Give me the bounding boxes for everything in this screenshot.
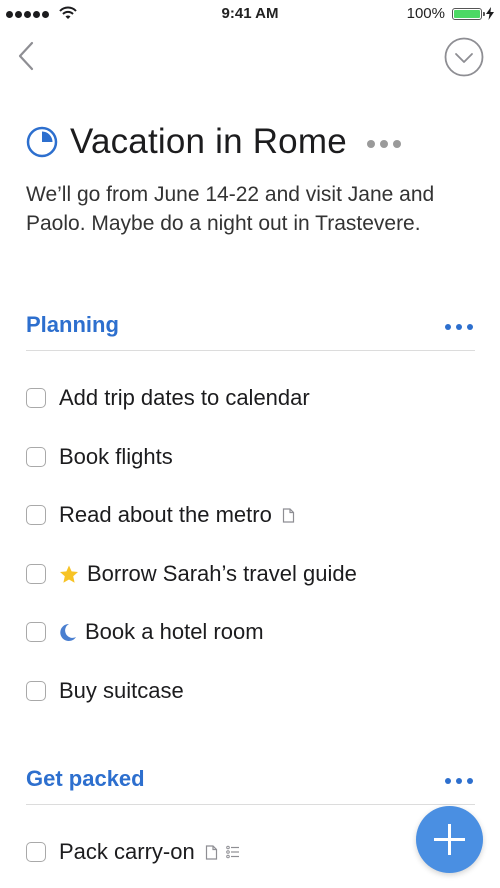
task-checkbox[interactable] — [26, 842, 46, 862]
add-task-button[interactable] — [416, 806, 483, 873]
section-more-button[interactable] — [445, 324, 473, 330]
section-title[interactable]: Planning — [26, 312, 119, 338]
task-row[interactable]: Read about the metro — [26, 499, 295, 531]
section-header-planning: Planning — [26, 310, 475, 351]
task-checkbox[interactable] — [26, 681, 46, 701]
project-notes[interactable]: We’ll go from June 14-22 and visit Jane … — [26, 180, 476, 238]
task-row[interactable]: Pack carry-on — [26, 836, 240, 868]
task-row[interactable]: Borrow Sarah’s travel guide — [26, 558, 357, 590]
task-label[interactable]: Read about the metro — [59, 502, 272, 528]
task-checkbox[interactable] — [26, 564, 46, 584]
pie-progress-icon — [26, 126, 58, 158]
moon-icon — [59, 623, 77, 642]
project-more-button[interactable] — [366, 136, 401, 148]
task-checkbox[interactable] — [26, 388, 46, 408]
battery-percent: 100% — [406, 5, 445, 22]
complete-project-button[interactable] — [444, 37, 484, 77]
task-row[interactable]: Add trip dates to calendar — [26, 382, 310, 414]
task-label[interactable]: Book flights — [59, 444, 173, 470]
task-label[interactable]: Borrow Sarah’s travel guide — [87, 561, 357, 587]
status-bar: 9:41 AM 100% — [0, 0, 500, 28]
section-header-get-packed: Get packed — [26, 764, 475, 805]
section-title[interactable]: Get packed — [26, 766, 145, 792]
task-label[interactable]: Add trip dates to calendar — [59, 385, 310, 411]
checklist-icon — [225, 845, 240, 859]
task-checkbox[interactable] — [26, 447, 46, 467]
task-label[interactable]: Book a hotel room — [85, 619, 264, 645]
task-checkbox[interactable] — [26, 622, 46, 642]
charging-bolt-icon — [486, 7, 494, 20]
task-row[interactable]: Buy suitcase — [26, 675, 184, 707]
note-icon — [205, 844, 218, 860]
task-row[interactable]: Book flights — [26, 441, 173, 473]
task-checkbox[interactable] — [26, 505, 46, 525]
battery-icon — [452, 8, 485, 20]
project-title[interactable]: Vacation in Rome — [70, 122, 347, 162]
task-row[interactable]: Book a hotel room — [26, 616, 264, 648]
note-icon — [282, 507, 295, 523]
section-more-button[interactable] — [445, 778, 473, 784]
task-label[interactable]: Buy suitcase — [59, 678, 184, 704]
project-header: Vacation in Rome — [26, 122, 401, 162]
back-button[interactable] — [14, 40, 40, 72]
star-icon — [59, 565, 79, 584]
task-label[interactable]: Pack carry-on — [59, 839, 195, 865]
